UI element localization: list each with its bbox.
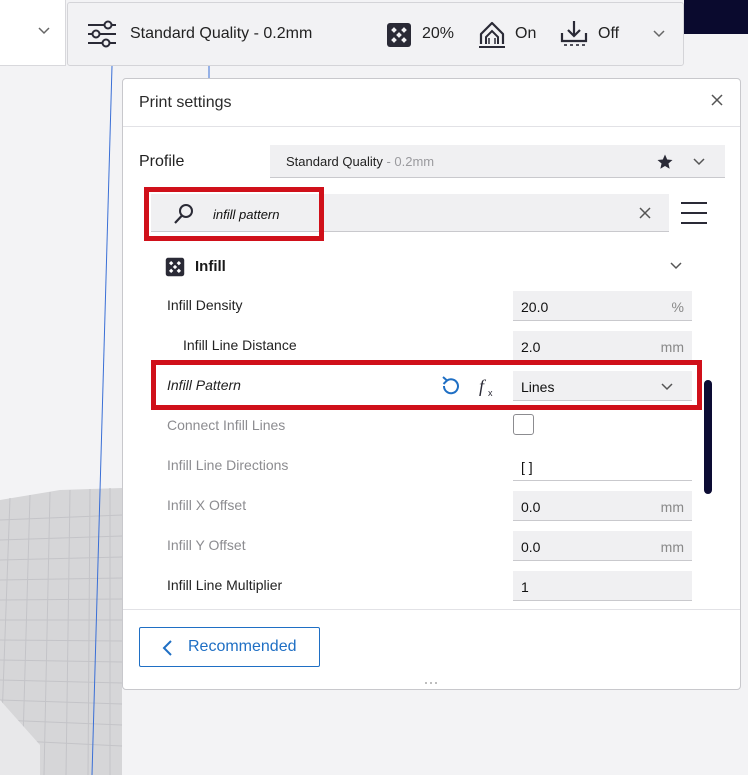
field-value: [ ] (521, 459, 533, 475)
adhesion-icon (560, 19, 588, 49)
window-dark-strip (684, 0, 748, 34)
svg-text:x: x (488, 388, 493, 398)
svg-text:f: f (479, 376, 487, 396)
resize-handle-icon[interactable] (423, 681, 439, 685)
field-value: 20.0 (521, 299, 549, 315)
field-unit: mm (660, 339, 684, 355)
infill-icon (165, 257, 185, 277)
search-input[interactable] (213, 207, 513, 222)
setting-row-infill-density: Infill Density 20.0 % (167, 287, 692, 323)
chevron-down-icon[interactable] (669, 259, 683, 273)
setting-row-infill-line-directions: Infill Line Directions [ ] (167, 447, 692, 483)
infill-value-label: 20% (422, 25, 455, 42)
field-value: 0.0 (521, 539, 541, 555)
print-settings-panel: Print settings Profile Standard Quality … (122, 78, 741, 690)
infill-icon (386, 22, 412, 48)
setting-label: Infill Y Offset (167, 537, 246, 553)
setting-row-connect-infill-lines: Connect Infill Lines (167, 407, 692, 443)
setting-label: Infill Pattern (167, 377, 241, 393)
setting-label: Infill Line Multiplier (167, 577, 283, 593)
chevron-down-icon (661, 383, 673, 391)
infill-density-input[interactable]: 20.0 % (513, 291, 692, 321)
recommended-label: Recommended (188, 638, 297, 655)
clear-search-icon[interactable] (639, 207, 651, 219)
chevron-left-icon (162, 640, 172, 656)
category-infill-header[interactable]: Infill (165, 255, 685, 281)
infill-line-directions-input[interactable]: [ ] (513, 451, 692, 481)
profile-label: Profile (139, 153, 185, 170)
profile-value: Standard Quality - 0.2mm (286, 154, 435, 169)
search-icon (174, 204, 193, 224)
field-unit: mm (660, 539, 684, 555)
panel-title: Print settings (139, 94, 232, 111)
reset-icon[interactable] (439, 375, 461, 397)
setting-row-infill-line-distance: Infill Line Distance 2.0 mm (167, 327, 692, 363)
setting-row-infill-y-offset: Infill Y Offset 0.0 mm (167, 527, 692, 563)
infill-line-distance-input[interactable]: 2.0 mm (513, 331, 692, 361)
category-label: Infill (195, 258, 226, 275)
setting-row-infill-x-offset: Infill X Offset 0.0 mm (167, 487, 692, 523)
setting-label: Infill X Offset (167, 497, 247, 513)
setting-label: Infill Line Directions (167, 457, 289, 473)
printer-selector-dropdown[interactable] (0, 0, 66, 66)
field-value: 1 (521, 579, 529, 595)
support-value-label: On (515, 25, 537, 42)
setting-row-infill-pattern: Infill Pattern f x Lines (167, 367, 692, 403)
infill-x-offset-input[interactable]: 0.0 mm (513, 491, 692, 521)
field-value: Lines (521, 379, 555, 395)
print-settings-toolbar[interactable]: Standard Quality - 0.2mm 20% On Off (67, 2, 684, 66)
chevron-down-icon[interactable] (692, 155, 706, 169)
field-unit: % (671, 299, 684, 315)
setting-label: Infill Line Distance (183, 337, 297, 353)
recommended-button[interactable]: Recommended (139, 627, 320, 667)
setting-row-infill-line-multiplier: Infill Line Multiplier 1 (167, 567, 692, 603)
divider (123, 609, 740, 610)
settings-search-field[interactable] (151, 194, 669, 232)
setting-label: Infill Density (167, 297, 243, 313)
function-icon[interactable]: f x (477, 374, 499, 398)
setting-label: Connect Infill Lines (167, 417, 286, 433)
settings-menu-icon[interactable] (681, 202, 707, 224)
divider (123, 126, 740, 127)
close-icon[interactable] (710, 93, 724, 107)
chevron-down-icon (38, 27, 50, 35)
star-icon[interactable] (656, 153, 674, 171)
field-unit: mm (660, 499, 684, 515)
settings-scrollbar[interactable] (704, 380, 712, 494)
field-value: 2.0 (521, 339, 541, 355)
settings-sliders-icon (86, 20, 118, 48)
infill-y-offset-input[interactable]: 0.0 mm (513, 531, 692, 561)
infill-line-multiplier-input[interactable]: 1 (513, 571, 692, 601)
field-value: 0.0 (521, 499, 541, 515)
quality-profile-label: Standard Quality - 0.2mm (130, 25, 313, 42)
profile-dropdown[interactable]: Standard Quality - 0.2mm (270, 145, 725, 178)
chevron-down-icon[interactable] (652, 27, 666, 41)
adhesion-value-label: Off (598, 25, 620, 42)
support-icon (478, 20, 506, 50)
connect-infill-lines-checkbox[interactable] (513, 414, 534, 435)
infill-pattern-dropdown[interactable]: Lines (513, 371, 692, 401)
